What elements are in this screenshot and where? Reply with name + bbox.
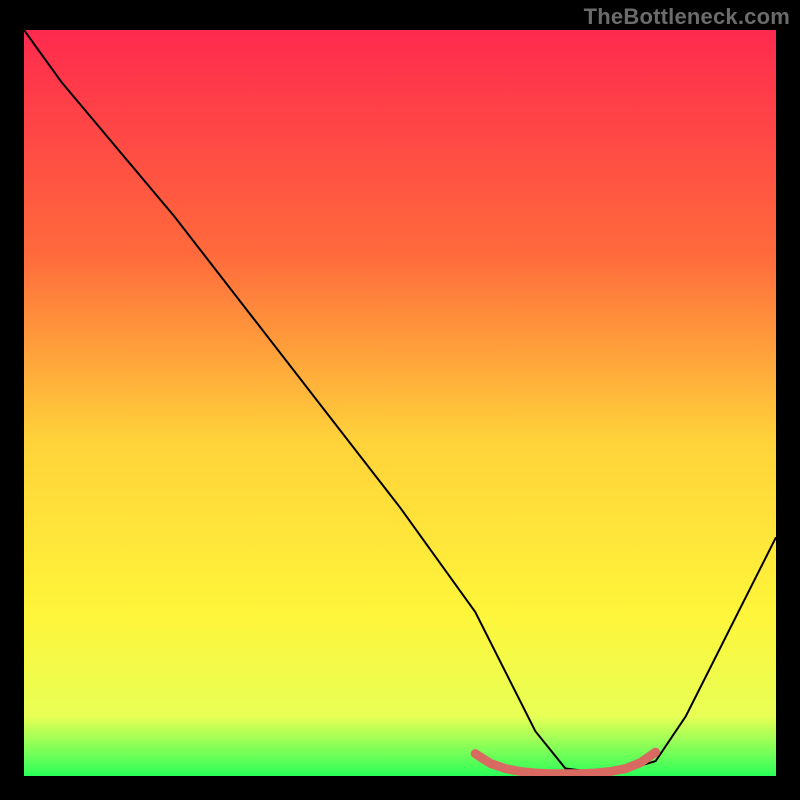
chart-svg: [24, 30, 776, 776]
plot-area: [24, 30, 776, 776]
gradient-background: [24, 30, 776, 776]
watermark-label: TheBottleneck.com: [584, 4, 790, 30]
chart-frame: TheBottleneck.com: [0, 0, 800, 800]
